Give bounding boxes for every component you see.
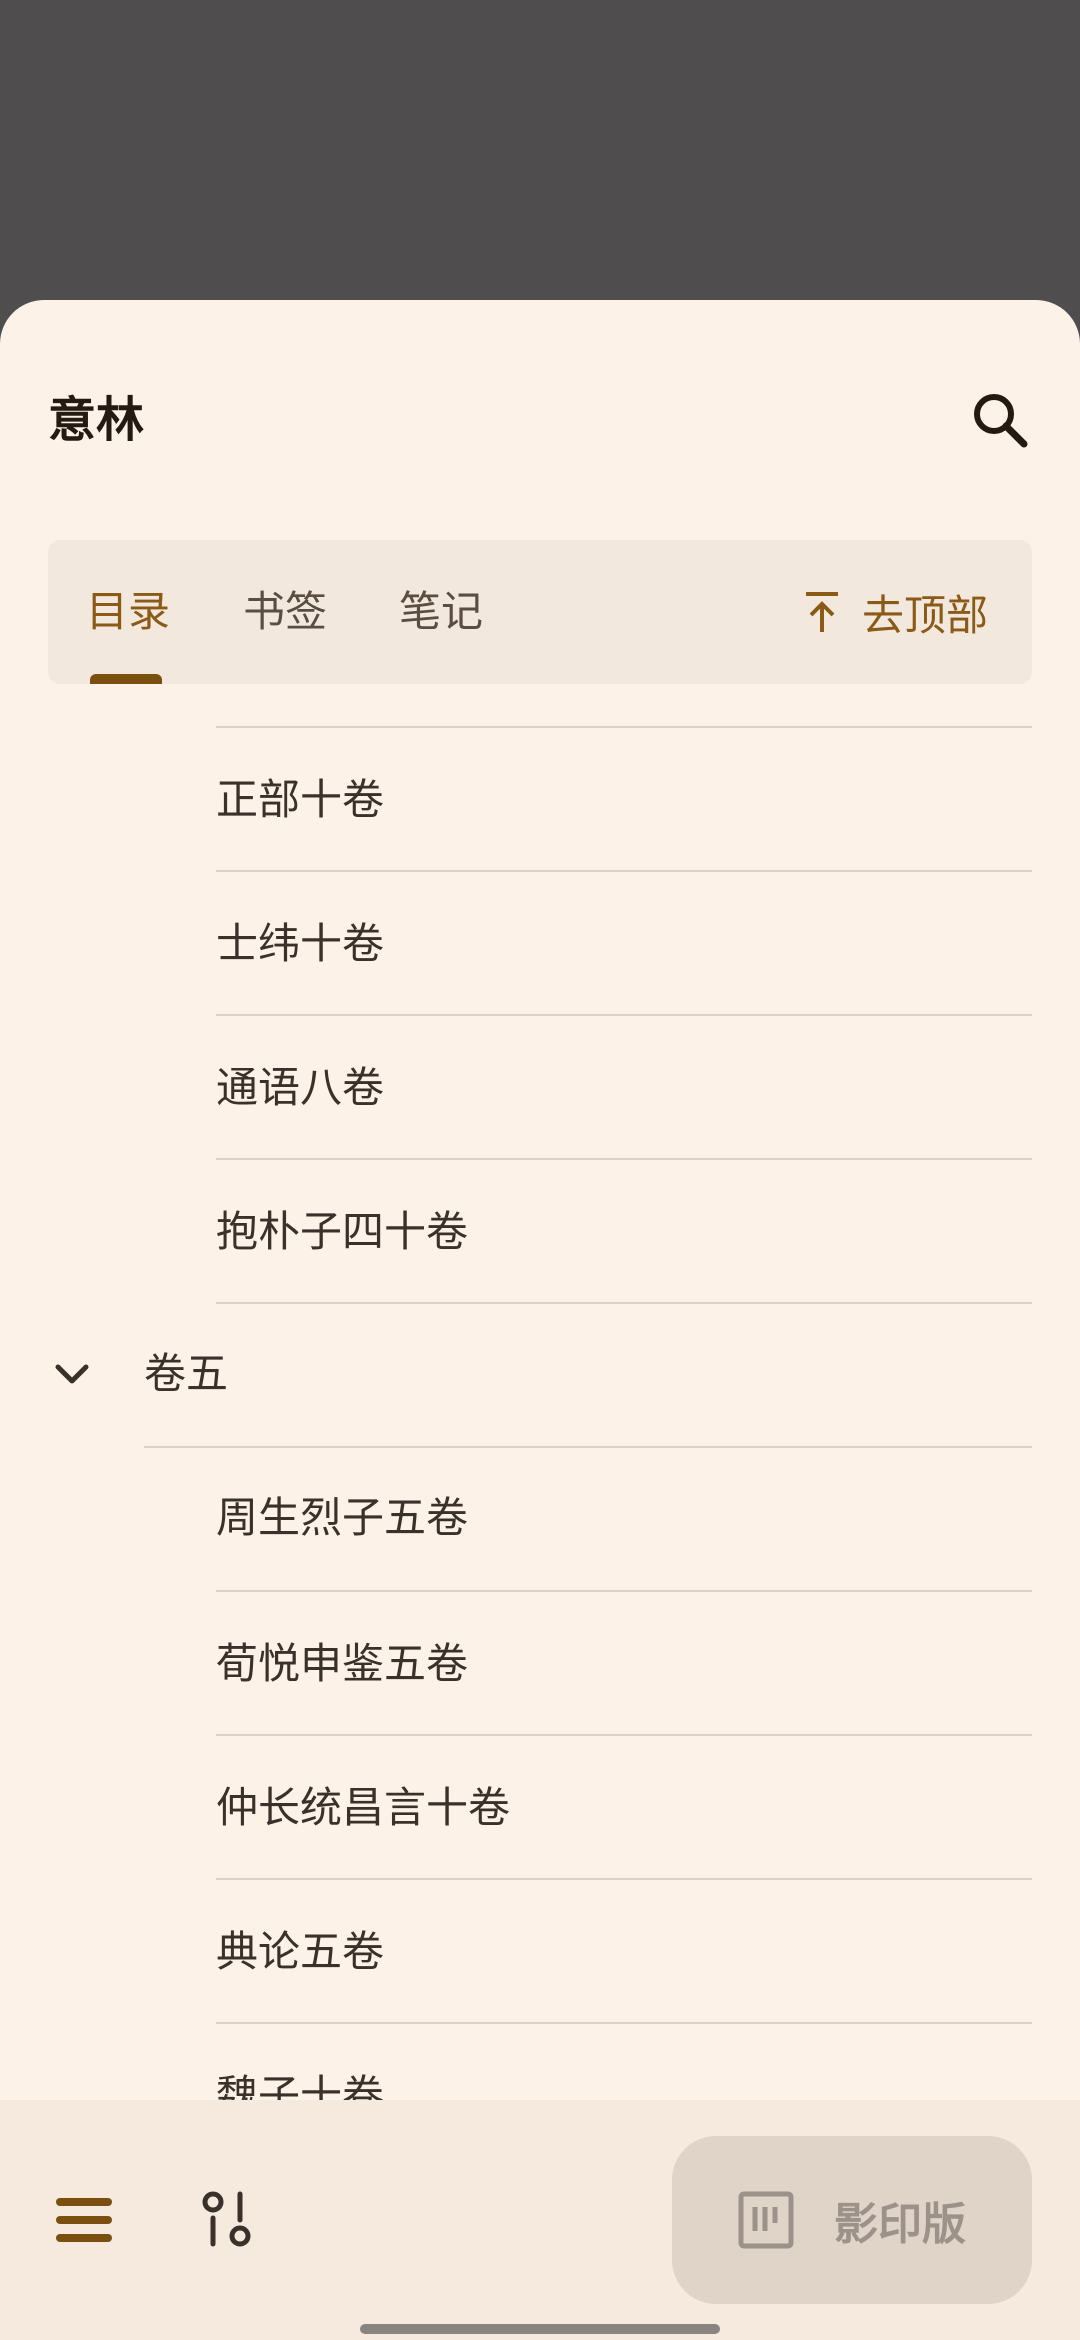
arrow-up-to-top-icon [806, 592, 838, 632]
toc-item[interactable]: 通语八卷 [216, 1014, 1032, 1158]
book-title: 意林 [48, 392, 145, 448]
tab-notes[interactable]: 笔记 [399, 540, 483, 684]
settings-button[interactable] [180, 2172, 276, 2268]
toc-item[interactable]: 正部十卷 [216, 726, 1032, 870]
facsimile-edition-button[interactable]: 影印版 [672, 2136, 1032, 2304]
toc-bottom-sheet: 意林 目录 书签 笔记 去顶部 正部十卷 士纬十卷 通语八卷 抱朴子四十卷 卷五… [0, 300, 1080, 2340]
tab-contents[interactable]: 目录 [86, 540, 170, 684]
toc-item[interactable]: 荀悦申鉴五卷 [216, 1590, 1032, 1734]
tab-bookmarks[interactable]: 书签 [243, 540, 327, 684]
menu-button[interactable] [36, 2172, 132, 2268]
bottom-toolbar: 影印版 [0, 2100, 1080, 2340]
go-to-top-button[interactable]: 去顶部 [802, 540, 988, 684]
search-button[interactable] [960, 380, 1040, 460]
active-tab-indicator [90, 674, 162, 684]
toc-item[interactable]: 士纬十卷 [216, 870, 1032, 1014]
toc-item[interactable]: 魏子十卷 [216, 2022, 1032, 2100]
chevron-down-icon [55, 1364, 89, 1384]
facsimile-book-icon [738, 2191, 794, 2249]
toc-list: 正部十卷 士纬十卷 通语八卷 抱朴子四十卷 卷五 周生烈子五卷 荀悦申鉴五卷 仲… [0, 684, 1080, 2100]
menu-icon [56, 2198, 112, 2242]
gesture-home-bar[interactable] [360, 2324, 720, 2334]
toc-item[interactable]: 仲长统昌言十卷 [216, 1734, 1032, 1878]
toc-item[interactable]: 抱朴子四十卷 [216, 1158, 1032, 1302]
toc-section-juan-five[interactable]: 卷五 [0, 1302, 1032, 1446]
toc-item[interactable]: 典论五卷 [216, 1878, 1032, 2022]
toc-item[interactable]: 周生烈子五卷 [216, 1446, 1032, 1590]
search-icon [974, 394, 1028, 448]
go-to-top-label: 去顶部 [862, 590, 989, 640]
tab-bar: 目录 书签 笔记 去顶部 [48, 540, 1032, 684]
facsimile-label: 影印版 [834, 2199, 966, 2250]
sliders-icon [202, 2191, 251, 2247]
toc-section-label: 卷五 [144, 1349, 229, 1398]
